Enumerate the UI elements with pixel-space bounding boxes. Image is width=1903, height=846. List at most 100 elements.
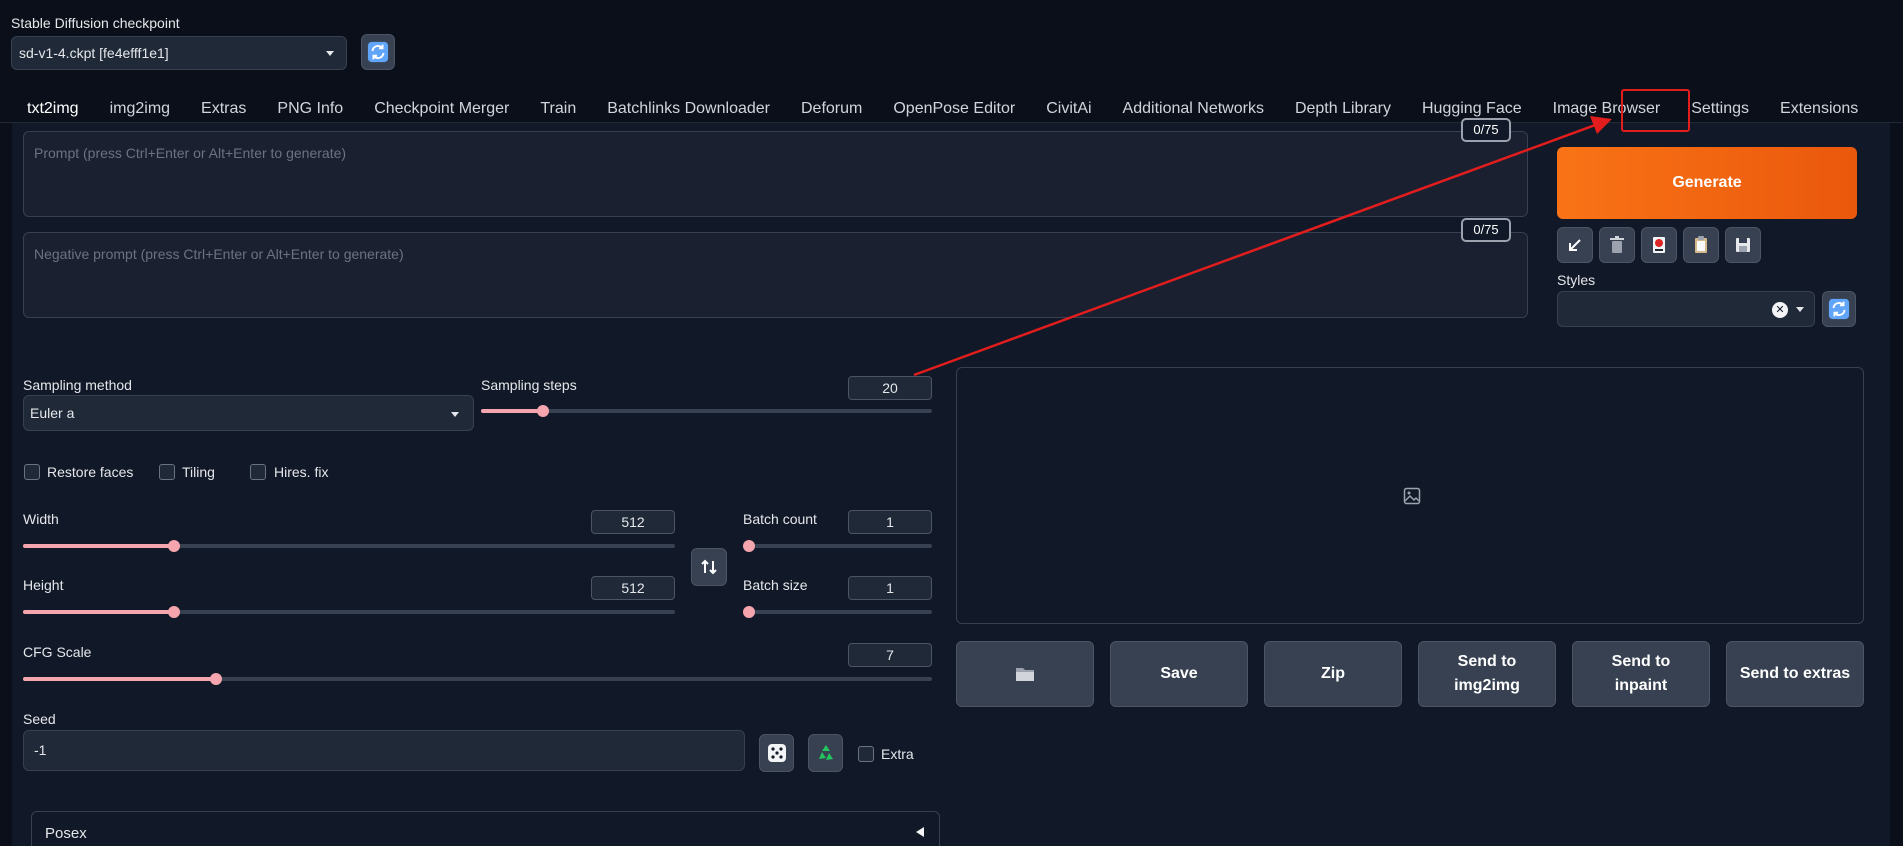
tab-checkpoint-merger[interactable]: Checkpoint Merger — [359, 96, 525, 120]
sampling-steps-slider[interactable] — [481, 405, 932, 417]
width-label: Width — [23, 511, 59, 527]
batch-count-label: Batch count — [743, 511, 817, 527]
styles-select[interactable]: ✕ — [1557, 291, 1815, 327]
folder-icon — [1016, 668, 1034, 681]
hires-fix-checkbox[interactable] — [250, 464, 266, 480]
restore-faces-checkbox[interactable] — [24, 464, 40, 480]
settings-highlight-box — [1621, 89, 1690, 132]
clipboard-icon — [1695, 236, 1707, 253]
chevron-down-icon — [451, 412, 459, 417]
height-input[interactable]: 512 — [591, 576, 675, 600]
refresh-icon — [1828, 298, 1850, 320]
tab-hugging-face[interactable]: Hugging Face — [1407, 96, 1538, 120]
negative-prompt-input[interactable]: Negative prompt (press Ctrl+Enter or Alt… — [23, 232, 1528, 318]
tab-img2img[interactable]: img2img — [95, 96, 186, 120]
tab-extras[interactable]: Extras — [186, 96, 262, 120]
slider-thumb[interactable] — [743, 606, 755, 618]
send-to-inpaint-line1: Send to — [1611, 653, 1671, 670]
send-to-inpaint-button[interactable]: Send to inpaint — [1572, 641, 1710, 707]
chevron-down-icon — [326, 51, 334, 56]
refresh-checkpoint-button[interactable] — [361, 34, 395, 70]
tab-train[interactable]: Train — [525, 96, 592, 120]
floppy-disk-icon — [1736, 238, 1750, 252]
batch-count-slider[interactable] — [743, 540, 932, 552]
arrow-down-left-icon — [1569, 239, 1581, 251]
trash-icon — [1610, 236, 1624, 253]
width-input[interactable]: 512 — [591, 510, 675, 534]
checkpoint-label: Stable Diffusion checkpoint — [11, 15, 180, 31]
reuse-seed-button[interactable] — [808, 734, 843, 772]
sampling-method-value: Euler a — [30, 405, 75, 421]
batch-size-slider[interactable] — [743, 606, 932, 618]
cfg-scale-input[interactable]: 7 — [848, 643, 932, 667]
cfg-scale-label: CFG Scale — [23, 644, 92, 660]
negative-prompt-token-counter: 0/75 — [1461, 218, 1511, 242]
random-seed-button[interactable] — [759, 734, 794, 772]
sampling-method-select[interactable]: Euler a — [23, 395, 474, 431]
swap-dimensions-button[interactable] — [691, 548, 727, 586]
slider-thumb[interactable] — [209, 673, 222, 685]
cfg-scale-slider[interactable] — [23, 673, 932, 685]
clear-prompt-button[interactable] — [1599, 227, 1635, 263]
styles-label: Styles — [1557, 272, 1596, 288]
posex-accordion[interactable]: Posex — [31, 811, 940, 846]
tab-bar: txt2img img2img Extras PNG Info Checkpoi… — [12, 96, 1874, 120]
tiling-label: Tiling — [182, 464, 215, 480]
sampling-steps-input[interactable]: 20 — [848, 376, 932, 400]
apply-style-button[interactable] — [1683, 227, 1719, 263]
height-slider[interactable] — [23, 606, 675, 618]
hires-fix-label: Hires. fix — [274, 464, 329, 480]
recycle-icon — [818, 745, 833, 760]
tab-additional-networks[interactable]: Additional Networks — [1108, 96, 1280, 120]
batch-size-input[interactable]: 1 — [848, 576, 932, 600]
clear-styles-icon[interactable]: ✕ — [1772, 302, 1788, 318]
batch-size-label: Batch size — [743, 577, 808, 593]
refresh-icon — [367, 41, 389, 63]
restore-faces-label: Restore faces — [47, 464, 134, 480]
tab-txt2img[interactable]: txt2img — [12, 96, 95, 120]
tab-extensions[interactable]: Extensions — [1765, 96, 1874, 120]
send-to-img2img-line1: Send to — [1457, 653, 1517, 670]
tiling-checkbox[interactable] — [159, 464, 175, 480]
chevron-down-icon — [1796, 307, 1804, 312]
checkpoint-value: sd-v1-4.ckpt [fe4efff1e1] — [19, 45, 169, 61]
tab-openpose-editor[interactable]: OpenPose Editor — [878, 96, 1031, 120]
tab-divider — [0, 122, 1903, 123]
seed-extra-checkbox[interactable] — [858, 746, 874, 762]
send-to-img2img-line2: img2img — [1454, 677, 1520, 694]
dice-icon — [767, 744, 786, 762]
image-placeholder-icon — [1403, 487, 1421, 505]
zip-button[interactable]: Zip — [1264, 641, 1402, 707]
batch-count-input[interactable]: 1 — [848, 510, 932, 534]
read-params-button[interactable] — [1557, 227, 1593, 263]
slider-thumb[interactable] — [743, 540, 755, 552]
tab-civitai[interactable]: CivitAi — [1031, 96, 1107, 120]
width-slider[interactable] — [23, 540, 675, 552]
refresh-styles-button[interactable] — [1822, 291, 1856, 327]
open-folder-button[interactable] — [956, 641, 1094, 707]
seed-input[interactable]: -1 — [23, 730, 745, 771]
tab-deforum[interactable]: Deforum — [786, 96, 878, 120]
card-icon — [1653, 237, 1665, 253]
save-button[interactable]: Save — [1110, 641, 1248, 707]
posex-title: Posex — [45, 825, 87, 842]
prompt-input[interactable]: Prompt (press Ctrl+Enter or Alt+Enter to… — [23, 131, 1528, 217]
height-label: Height — [23, 577, 64, 593]
tab-depth-library[interactable]: Depth Library — [1280, 96, 1407, 120]
sampling-steps-label: Sampling steps — [481, 377, 577, 393]
slider-thumb[interactable] — [536, 405, 549, 417]
seed-extra-label: Extra — [881, 746, 914, 762]
generate-button[interactable]: Generate — [1557, 147, 1857, 219]
collapse-triangle-icon — [916, 827, 924, 837]
send-to-extras-button[interactable]: Send to extras — [1726, 641, 1864, 707]
checkpoint-select[interactable]: sd-v1-4.ckpt [fe4efff1e1] — [11, 36, 347, 70]
save-style-button[interactable] — [1725, 227, 1761, 263]
output-gallery — [956, 367, 1864, 624]
prompt-token-counter: 0/75 — [1461, 118, 1511, 142]
seed-label: Seed — [23, 711, 56, 727]
send-to-inpaint-line2: inpaint — [1614, 677, 1668, 694]
tab-png-info[interactable]: PNG Info — [262, 96, 359, 120]
show-extra-networks-button[interactable] — [1641, 227, 1677, 263]
send-to-img2img-button[interactable]: Send to img2img — [1418, 641, 1556, 707]
tab-batchlinks-downloader[interactable]: Batchlinks Downloader — [592, 96, 786, 120]
